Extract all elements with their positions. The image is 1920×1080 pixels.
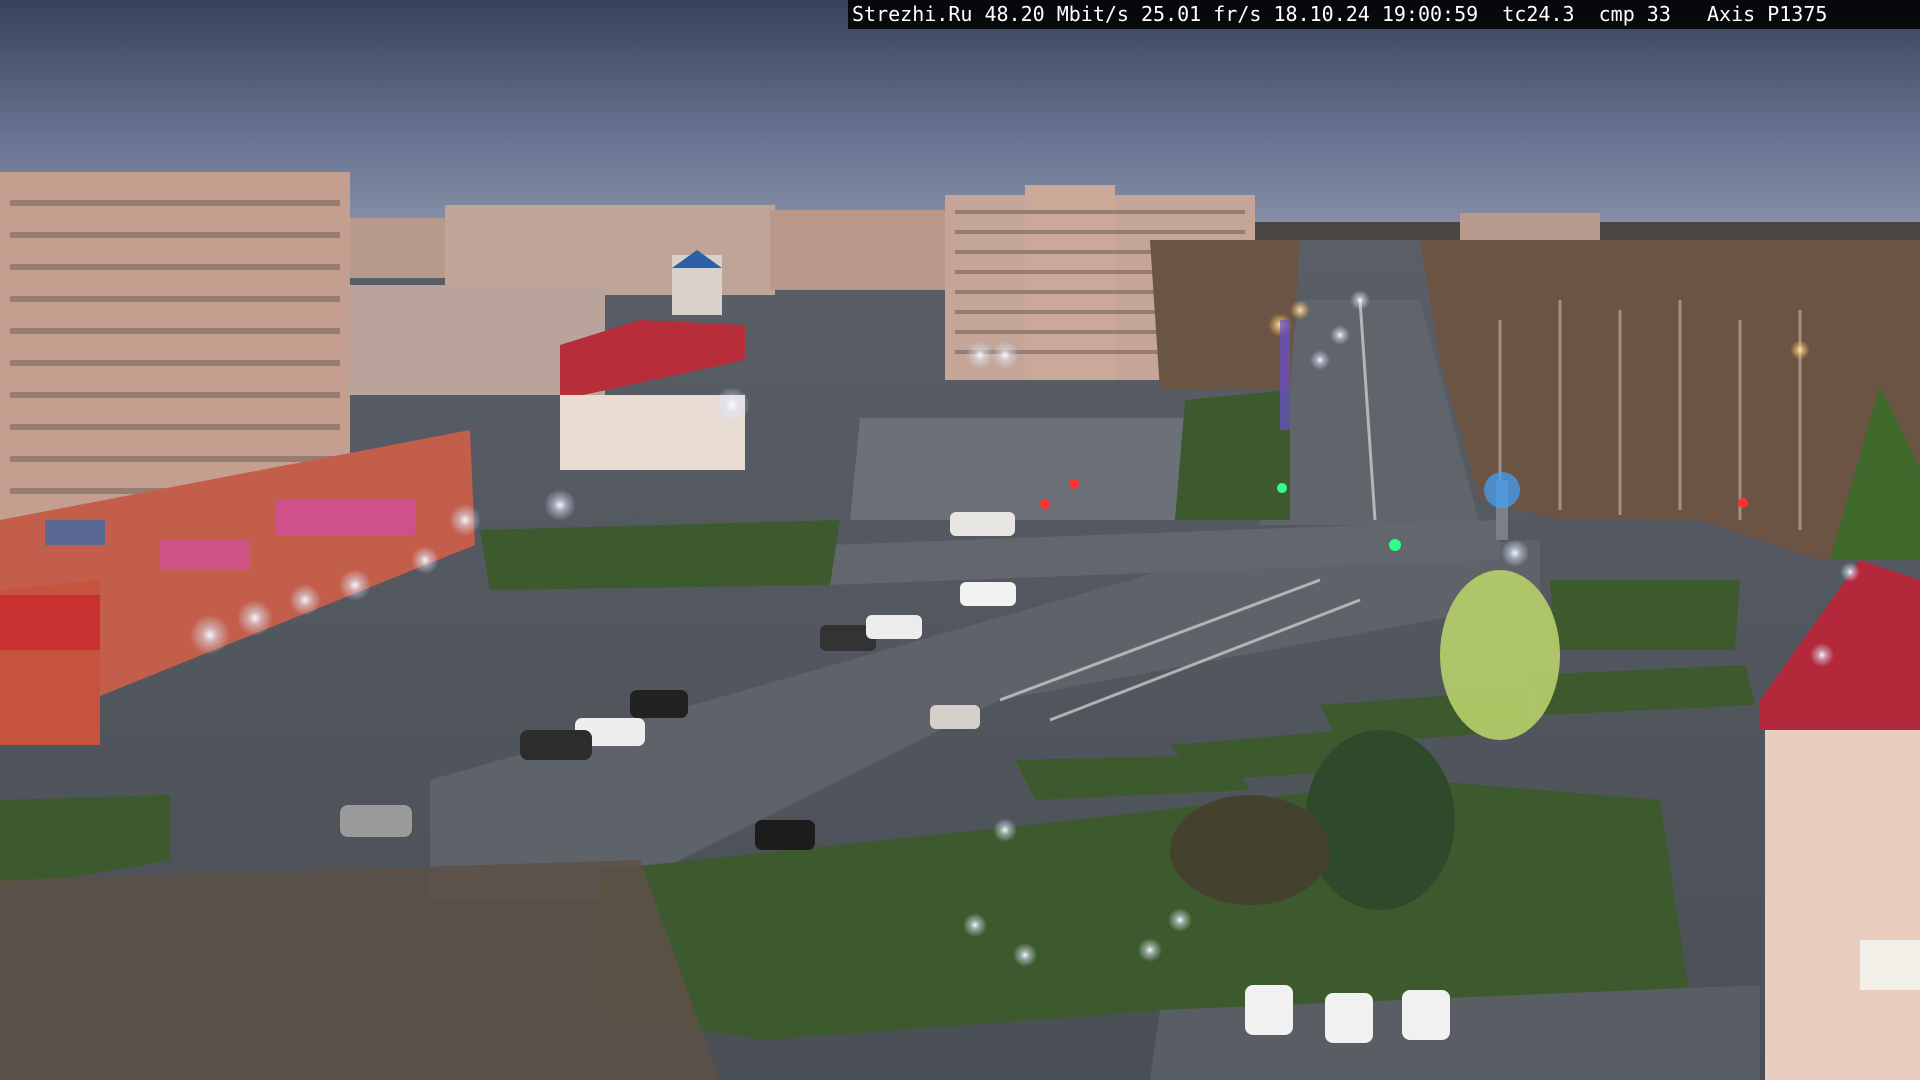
datetime: 18.10.24 19:00:59: [1273, 2, 1479, 26]
bitrate: 48.20 Mbit/s: [984, 2, 1129, 26]
parked-cars: [1245, 985, 1450, 1043]
foreground-trees: [0, 860, 720, 1080]
camera-info-overlay: Strezhi.Ru 48.20 Mbit/s 25.01 fr/s 18.10…: [848, 0, 1920, 29]
street-scene: [0, 0, 1920, 1080]
compression: cmp 33: [1598, 2, 1671, 26]
timecode: tc24.3: [1502, 2, 1575, 26]
framerate: 25.01 fr/s: [1141, 2, 1262, 26]
site-name: Strezhi.Ru: [852, 2, 973, 26]
camera-model: Axis P1375: [1707, 2, 1828, 26]
plaza: [850, 418, 1215, 520]
